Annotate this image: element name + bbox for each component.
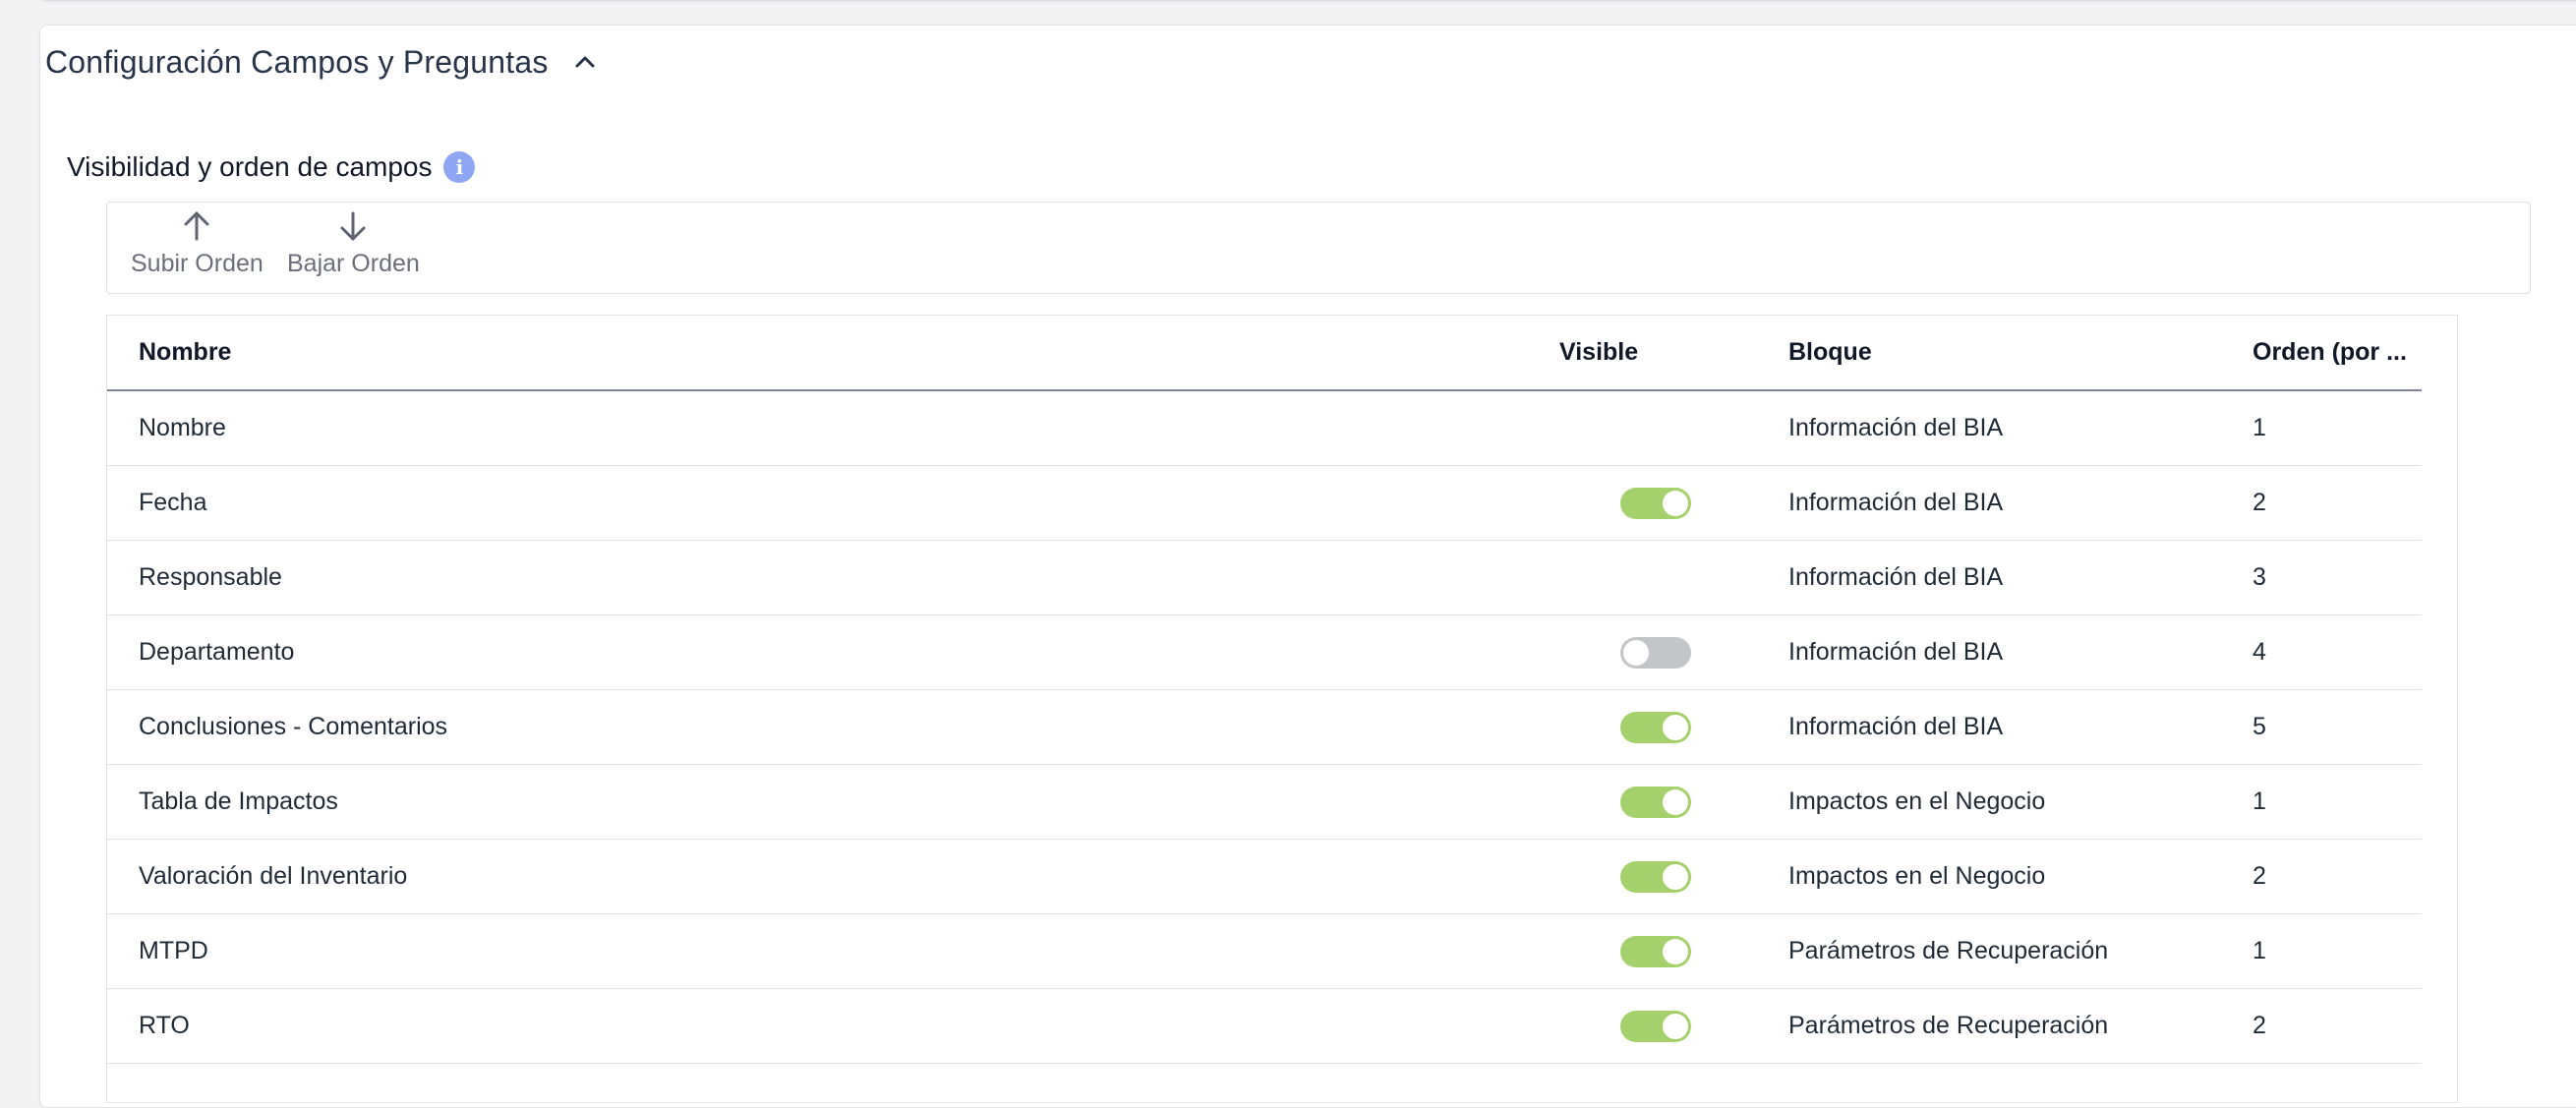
cell-orden: 2 [2253,988,2422,1064]
cell-bloque: Impactos en el Negocio [1788,764,2253,840]
visibility-toggle[interactable] [1620,787,1691,818]
visibility-toggle[interactable] [1620,936,1691,967]
table-row[interactable]: Tabla de Impactos Impactos en el Negocio 1 [107,764,2422,840]
cell-name: MTPD [107,913,1559,989]
cell-visible [1559,465,1788,541]
cell-name: RTO [107,988,1559,1064]
cell-orden: 5 [2253,689,2422,765]
table-row[interactable]: Fecha Información del BIA 2 [107,465,2422,541]
table-header-row: Nombre Visible Bloque Orden (por ... [107,316,2422,391]
cell-bloque: Parámetros de Recuperación [1788,988,2253,1064]
visibility-toggle[interactable] [1620,637,1691,669]
toggle-knob [1663,491,1688,516]
move-up-label: Subir Orden [131,250,263,277]
subsection-title: Visibilidad y orden de campos [67,151,433,182]
cell-orden: 1 [2253,913,2422,989]
move-down-button[interactable]: Bajar Orden [287,208,420,278]
info-icon[interactable]: i [443,151,476,183]
section-header: Configuración Campos y Preguntas [45,37,600,87]
sub-header: Visibilidad y orden de campos i [67,147,476,187]
chevron-up-icon[interactable] [570,47,600,77]
toggle-knob [1663,789,1688,815]
cell-visible [1559,390,1788,466]
column-header-bloque[interactable]: Bloque [1788,316,2253,391]
cell-orden: 1 [2253,390,2422,466]
arrow-down-icon [340,211,366,241]
cell-orden: 1 [2253,764,2422,840]
fields-table-container: Nombre Visible Bloque Orden (por ... Nom… [106,315,2458,1103]
toggle-knob [1663,715,1688,740]
cell-orden: 3 [2253,540,2422,615]
toolbar: Subir Orden Bajar Orden [106,202,2531,294]
cell-bloque: Información del BIA [1788,465,2253,541]
cell-visible [1559,689,1788,765]
cell-bloque: Información del BIA [1788,390,2253,466]
table-row[interactable]: Responsable Información del BIA 3 [107,540,2422,615]
cell-bloque: Impactos en el Negocio [1788,839,2253,914]
toggle-knob [1663,939,1688,964]
cell-orden: 2 [2253,465,2422,541]
visibility-toggle[interactable] [1620,1011,1691,1042]
toggle-knob [1623,640,1649,666]
table-row[interactable]: Departamento Información del BIA 4 [107,614,2422,690]
move-down-label: Bajar Orden [287,250,420,277]
cell-visible [1559,540,1788,615]
table-body: Nombre Información del BIA 1 Fecha Informaci… [107,390,2422,1064]
cell-name: Tabla de Impactos [107,764,1559,840]
cell-bloque: Información del BIA [1788,614,2253,690]
table-row[interactable]: Valoración del Inventario Impactos en el … [107,839,2422,914]
cell-name: Responsable [107,540,1559,615]
cell-bloque: Información del BIA [1788,689,2253,765]
previous-section-card [39,0,2576,1]
cell-bloque: Información del BIA [1788,540,2253,615]
cell-visible [1559,988,1788,1064]
cell-orden: 2 [2253,839,2422,914]
column-header-orden[interactable]: Orden (por ... [2253,316,2422,391]
cell-visible [1559,839,1788,914]
arrow-up-icon [184,211,209,241]
cell-visible [1559,764,1788,840]
table-row[interactable]: Conclusiones - Comentarios Información de… [107,689,2422,765]
cell-name: Departamento [107,614,1559,690]
visibility-toggle[interactable] [1620,488,1691,519]
cell-visible [1559,614,1788,690]
cell-name: Conclusiones - Comentarios [107,689,1559,765]
column-header-name[interactable]: Nombre [107,316,1559,391]
visibility-toggle[interactable] [1620,861,1691,893]
cell-name: Nombre [107,390,1559,466]
table-row[interactable]: MTPD Parámetros de Recuperación 1 [107,913,2422,989]
toggle-knob [1663,864,1688,890]
section-title: Configuración Campos y Preguntas [45,43,549,80]
table-row[interactable]: Nombre Información del BIA 1 [107,390,2422,466]
column-header-visible[interactable]: Visible [1559,316,1788,391]
cell-visible [1559,913,1788,989]
cell-name: Fecha [107,465,1559,541]
table-row[interactable]: RTO Parámetros de Recuperación 2 [107,988,2422,1064]
fields-table: Nombre Visible Bloque Orden (por ... Nom… [107,316,2422,1064]
visibility-toggle[interactable] [1620,712,1691,743]
toggle-knob [1663,1014,1688,1039]
cell-bloque: Parámetros de Recuperación [1788,913,2253,989]
cell-name: Valoración del Inventario [107,839,1559,914]
cell-orden: 4 [2253,614,2422,690]
move-up-button[interactable]: Subir Orden [131,208,263,278]
